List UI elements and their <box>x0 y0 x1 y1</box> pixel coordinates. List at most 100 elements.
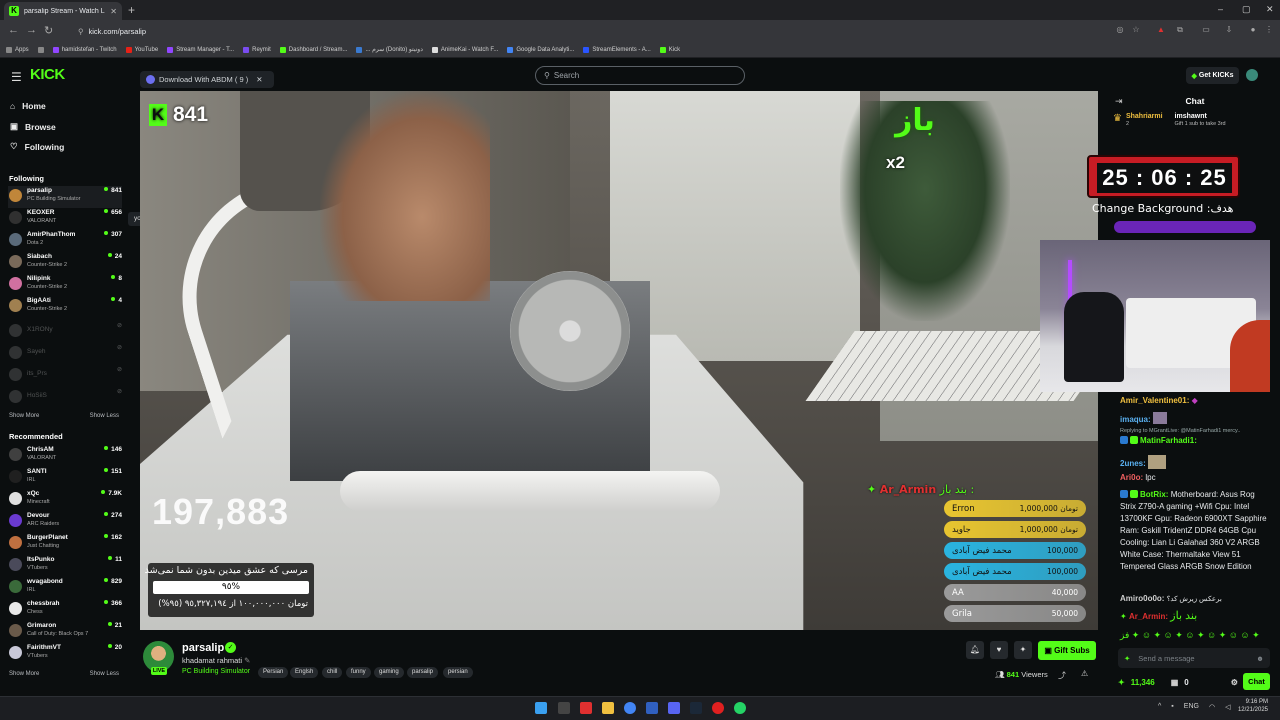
emoji-icon[interactable]: ☻ <box>1256 654 1264 663</box>
pinned-user2[interactable]: imshawnt <box>1175 113 1207 120</box>
report-icon[interactable]: ⚠ <box>1081 669 1088 678</box>
app-tray-icon[interactable]: ▪ <box>1171 703 1173 711</box>
bookmark-folder[interactable] <box>37 46 44 53</box>
language-indicator[interactable]: ENG <box>1184 703 1199 711</box>
sidebar-item-browse[interactable]: ▣ Browse <box>10 121 56 132</box>
forward-icon[interactable]: → <box>26 24 37 36</box>
following-channel[interactable]: Nilipink Counter-Strike 28 <box>8 274 122 296</box>
chat-send-button[interactable]: Chat <box>1243 673 1270 690</box>
following-channel[interactable]: AmirPhanThom Dota 2 307 <box>8 230 122 252</box>
chat-input[interactable]: ✦ Send a message ☻ <box>1118 648 1270 668</box>
recommended-channel[interactable]: FairithmVT VTubers 20 <box>8 643 122 665</box>
abdm-download-button[interactable]: Download With ABDM ( 9 ) ✕ <box>140 71 274 88</box>
tab-close-icon[interactable]: ✕ <box>110 7 117 16</box>
recommended-channel[interactable]: chessbrah Chess 366 <box>8 599 122 621</box>
extension-red-icon[interactable]: ▲ <box>1156 25 1166 35</box>
volume-icon[interactable]: ◁ <box>1225 703 1230 711</box>
show-more-button[interactable]: Show More <box>9 671 39 677</box>
tag[interactable]: gaming <box>374 667 404 678</box>
browser-tab[interactable]: K parsalip Stream - Watch Live o ✕ <box>4 2 122 20</box>
recommended-channel[interactable]: ItsPunko VTubers 11 <box>8 555 122 577</box>
bookmark-dashboard[interactable]: Dashboard / Stream... <box>279 46 347 53</box>
channel-name[interactable]: parsalip <box>182 642 224 654</box>
search-input[interactable]: ⚲ Search <box>535 66 745 85</box>
chevron-up-icon[interactable]: ^ <box>1158 703 1161 711</box>
recommended-channel[interactable]: Grimaron Call of Duty: Black Ops 7 21 <box>8 621 122 643</box>
show-less-button[interactable]: Show Less <box>90 413 119 419</box>
sidepanel-icon[interactable]: ▭ <box>1201 25 1211 35</box>
tag[interactable]: funny <box>346 667 371 678</box>
wifi-icon[interactable]: ◠ <box>1209 703 1215 711</box>
bookmark-youtube[interactable]: YouTube <box>125 46 158 53</box>
recommended-channel[interactable]: Devour ARC Raiders 274 <box>8 511 122 533</box>
tag[interactable]: parsalip <box>407 667 439 678</box>
app-icon[interactable] <box>712 702 724 714</box>
bookmark-apps[interactable]: Apps <box>6 46 29 53</box>
maximize-icon[interactable]: ▢ <box>1242 4 1251 15</box>
new-tab-icon[interactable]: + <box>128 3 135 17</box>
following-channel[interactable]: KEOXER VALORANT 656 <box>8 208 122 230</box>
bookmark-animekai[interactable]: AnimeKai - Watch F... <box>431 46 498 53</box>
sidebar-item-following[interactable]: ♡ Following <box>10 141 64 152</box>
browser-menu-icon[interactable]: ⋮ <box>1264 25 1274 35</box>
search-icon[interactable] <box>558 702 570 714</box>
bookmark-google-data[interactable]: Google Data Analyti... <box>507 46 574 53</box>
minimize-icon[interactable]: – <box>1218 4 1223 14</box>
offline-channel[interactable]: HoSiiS ⊘ <box>8 387 122 409</box>
app-icon[interactable] <box>580 702 592 714</box>
site-info-icon[interactable]: ⚲ <box>78 27 84 36</box>
bookmark-streamelements[interactable]: StreamElements - A... <box>583 46 651 53</box>
steam-icon[interactable] <box>690 702 702 714</box>
notification-bell-icon[interactable]: 🔔︎ <box>966 641 984 659</box>
clock[interactable]: 9:16 PM 12/21/2025 <box>1238 698 1268 714</box>
settings-icon[interactable]: ⚙ <box>1231 678 1238 687</box>
tag[interactable]: Persian <box>258 667 289 678</box>
show-more-button[interactable]: Show More <box>9 413 39 419</box>
user-avatar[interactable] <box>1246 69 1258 81</box>
file-explorer-icon[interactable] <box>602 702 614 714</box>
extensions-icon[interactable]: ⧉ <box>1175 25 1185 35</box>
points-value[interactable]: 11,346 <box>1131 678 1155 687</box>
whatsapp-icon[interactable] <box>734 702 746 714</box>
recommended-channel[interactable]: SANTI IRL 151 <box>8 467 122 489</box>
url-field[interactable]: ⚲ kick.com/parsalip <box>72 23 1102 39</box>
bookmark-kick[interactable]: Kick <box>659 46 680 53</box>
profile-icon[interactable]: ● <box>1248 25 1258 35</box>
following-channel[interactable]: Siabach Counter-Strike 2 24 <box>8 252 122 274</box>
discord-icon[interactable] <box>668 702 680 714</box>
kicks-gift-icon[interactable]: ✦ <box>1014 641 1032 659</box>
video-player[interactable]: K 841 باز x2 197,883 مرسی که عشق میدین ب… <box>140 91 1098 630</box>
pinned-user[interactable]: Shahriarmi <box>1126 113 1163 120</box>
kick-logo[interactable]: KICK <box>30 66 65 83</box>
show-less-button[interactable]: Show Less <box>90 671 119 677</box>
recommended-channel[interactable]: wvagabond IRL 829 <box>8 577 122 599</box>
share-icon[interactable]: ⤴ <box>1058 670 1066 681</box>
stream-category[interactable]: PC Building Simulator <box>182 668 250 675</box>
kicks-icon[interactable]: ✦ <box>1124 654 1130 663</box>
offline-channel[interactable]: Sayeh ⊘ <box>8 343 122 365</box>
hamburger-menu-icon[interactable]: ☰ <box>11 70 22 84</box>
following-channel[interactable]: BigAAti Counter-Strike 24 <box>8 296 122 318</box>
following-channel[interactable]: parsalip PC Building Simulator 841 <box>8 186 122 208</box>
tag[interactable]: chill <box>322 667 343 678</box>
recommended-channel[interactable]: BurgerPlanet Just Chatting 162 <box>8 533 122 555</box>
bookmark-star-icon[interactable]: ☆ <box>1131 25 1141 35</box>
tag[interactable]: persian <box>443 667 473 678</box>
recommended-channel[interactable]: ChrisAM VALORANT 146 <box>8 445 122 467</box>
eye-off-icon[interactable]: ◎ <box>1115 25 1125 35</box>
reload-icon[interactable]: ↻ <box>44 24 53 37</box>
bookmark-twitch[interactable]: hamidstefan - Twitch <box>52 46 117 53</box>
offline-channel[interactable]: its_Prs ⊘ <box>8 365 122 387</box>
bookmark-stream-manager[interactable]: Stream Manager - T... <box>167 46 234 53</box>
follow-heart-icon[interactable]: ♥ <box>990 641 1008 659</box>
bookmark-donito[interactable]: ... سرم (Donito) دونیتو <box>356 46 423 53</box>
downloads-icon[interactable]: ⇩ <box>1224 25 1234 35</box>
bookmark-reymit[interactable]: Reymit <box>243 46 271 53</box>
back-icon[interactable]: ← <box>8 24 19 36</box>
abdm-close-icon[interactable]: ✕ <box>256 75 262 84</box>
offline-channel[interactable]: X1RONy ⊘ <box>8 321 122 343</box>
chrome-icon[interactable] <box>624 702 636 714</box>
app-icon[interactable] <box>646 702 658 714</box>
sidebar-item-home[interactable]: ⌂ Home <box>10 101 46 111</box>
window-close-icon[interactable]: ✕ <box>1266 4 1274 15</box>
